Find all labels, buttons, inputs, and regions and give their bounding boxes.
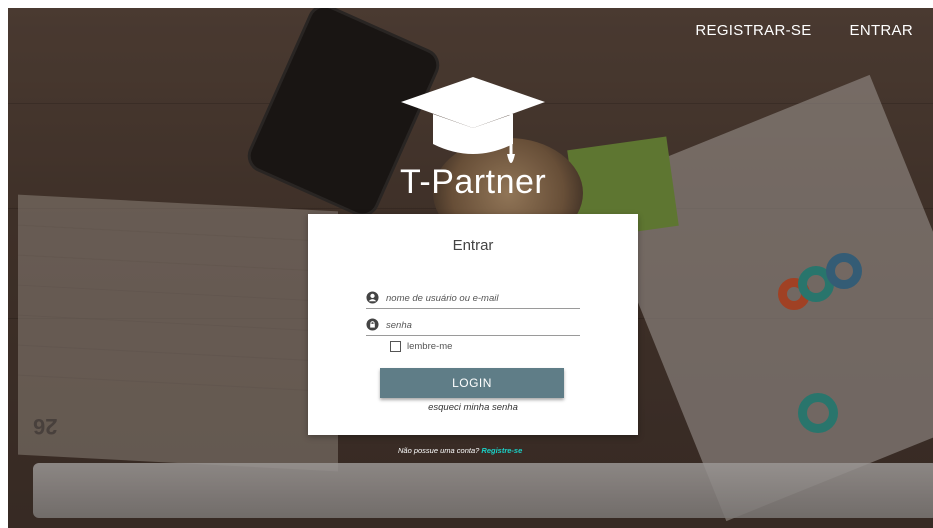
remember-me: lembre-me bbox=[390, 341, 452, 352]
login-title: Entrar bbox=[452, 237, 494, 254]
remember-me-checkbox[interactable] bbox=[390, 341, 401, 352]
password-field bbox=[366, 317, 580, 336]
signup-prompt-text: Não possue uma conta? bbox=[398, 446, 480, 455]
signup-link[interactable]: Registre-se bbox=[481, 446, 522, 455]
login-button[interactable]: LOGIN bbox=[380, 368, 564, 398]
remember-me-label: lembre-me bbox=[407, 341, 453, 352]
login-card: Entrar lembre-me LOGIN esqueci minha sen… bbox=[308, 214, 638, 435]
top-nav: REGISTRAR-SE ENTRAR bbox=[695, 22, 913, 39]
signup-prompt: Não possue uma conta? Registre-se bbox=[398, 446, 522, 455]
register-nav-link[interactable]: REGISTRAR-SE bbox=[695, 22, 811, 39]
brand-name: T-Partner bbox=[400, 163, 547, 201]
username-field bbox=[366, 290, 580, 309]
login-nav-link[interactable]: ENTRAR bbox=[850, 22, 913, 39]
username-input[interactable] bbox=[386, 290, 576, 306]
forgot-password-link[interactable]: esqueci minha senha bbox=[308, 402, 638, 413]
user-icon bbox=[366, 291, 379, 304]
password-input[interactable] bbox=[386, 317, 576, 333]
lock-icon bbox=[366, 318, 379, 331]
graduation-cap-icon bbox=[401, 77, 545, 163]
